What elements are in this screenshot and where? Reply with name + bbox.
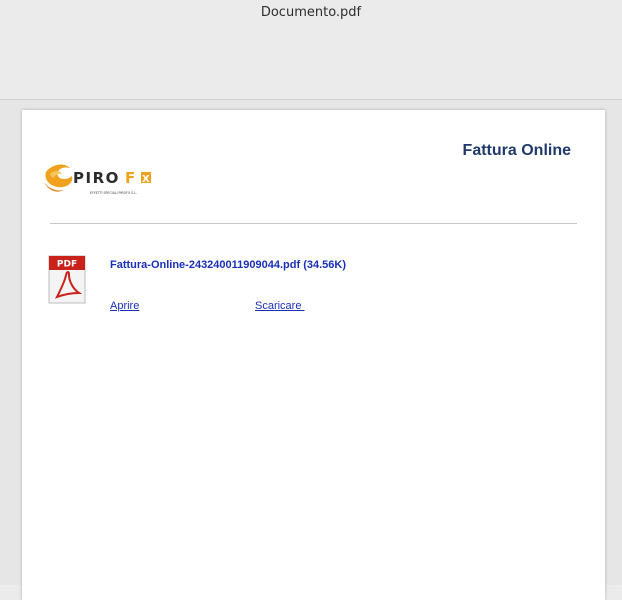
pdf-page: Fattura Online PIRO F X EFFETTI SPECIALI… [22,110,605,600]
window-titlebar: Documento.pdf [0,0,622,100]
logo-tagline-text: EFFETTI SPECIALI PIROFX S.L. [90,191,137,195]
pdf-icon-label: PDF [57,260,77,270]
svg-text:F: F [125,169,137,187]
pdf-viewer[interactable]: Fattura Online PIRO F X EFFETTI SPECIALI… [0,100,622,600]
svg-text:X: X [142,174,150,185]
logo-brand-text: PIRO [73,169,120,187]
document-title: Fattura Online [462,142,571,159]
divider [50,223,577,224]
open-link[interactable]: Aprire [110,300,139,312]
window-title: Documento.pdf [260,5,362,20]
pirofx-logo-graphic: PIRO F X EFFETTI SPECIALI PIROFX S.L. [44,164,151,195]
pirofx-logo: PIRO F X EFFETTI SPECIALI PIROFX S.L. [42,158,177,200]
download-link[interactable]: Scaricare [255,300,305,312]
pdf-file-icon: PDF [47,255,87,305]
attachment-filename: Fattura-Online-243240011909044.pdf (34.5… [110,259,347,271]
